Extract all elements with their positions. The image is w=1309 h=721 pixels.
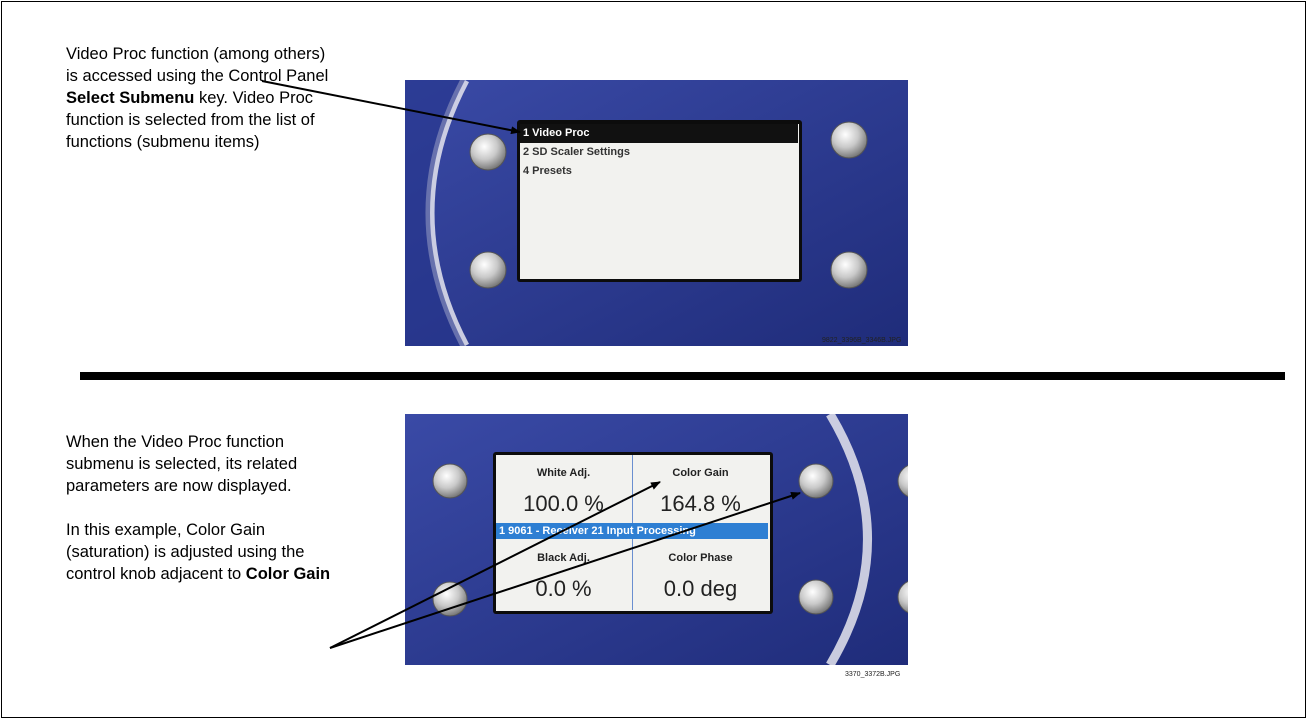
param-label: Black Adj. (537, 552, 590, 564)
image-id-1: 9822_3396B_3346B.JPG (822, 337, 902, 344)
status-bar: 1 9061 - Receiver 21 Input Processing (496, 523, 768, 539)
section-divider (80, 372, 1285, 380)
param-white-adj[interactable]: White Adj. 100.0 % (496, 467, 631, 517)
param-label: Color Phase (668, 552, 733, 564)
param-value: 164.8 % (660, 491, 741, 516)
param-color-phase[interactable]: Color Phase 0.0 deg (633, 552, 768, 602)
menu-item-presets[interactable]: 4 Presets (520, 162, 798, 181)
param-value: 0.0 % (535, 576, 592, 601)
param-value: 0.0 deg (663, 576, 738, 601)
param-color-gain[interactable]: Color Gain 164.8 % (633, 467, 768, 517)
caption-bold-key: Select Submenu (66, 89, 195, 107)
param-black-adj[interactable]: Black Adj. 0.0 % (496, 552, 631, 602)
menu-item-video-proc[interactable]: 1 Video Proc (520, 124, 798, 143)
caption-color-gain: When the Video Proc function submenu is … (66, 431, 336, 585)
caption-para-1: When the Video Proc function submenu is … (66, 433, 298, 495)
param-label: Color Gain (672, 467, 729, 479)
image-id-2: 3370_3372B.JPG (845, 671, 901, 678)
caption-select-submenu: Video Proc function (among others) is ac… (66, 43, 331, 153)
caption-text: Video Proc function (among others) is ac… (66, 45, 329, 85)
param-label: White Adj. (536, 467, 591, 479)
param-value: 100.0 % (523, 491, 604, 516)
lcd-parameter-display: White Adj. 100.0 % Color Gain 164.8 % 1 … (496, 455, 768, 610)
caption-bold-color-gain: Color Gain (245, 565, 331, 583)
menu-item-sd-scaler[interactable]: 2 SD Scaler Settings (520, 143, 798, 162)
lcd-submenu-list: 1 Video Proc 2 SD Scaler Settings 4 Pres… (520, 124, 798, 278)
